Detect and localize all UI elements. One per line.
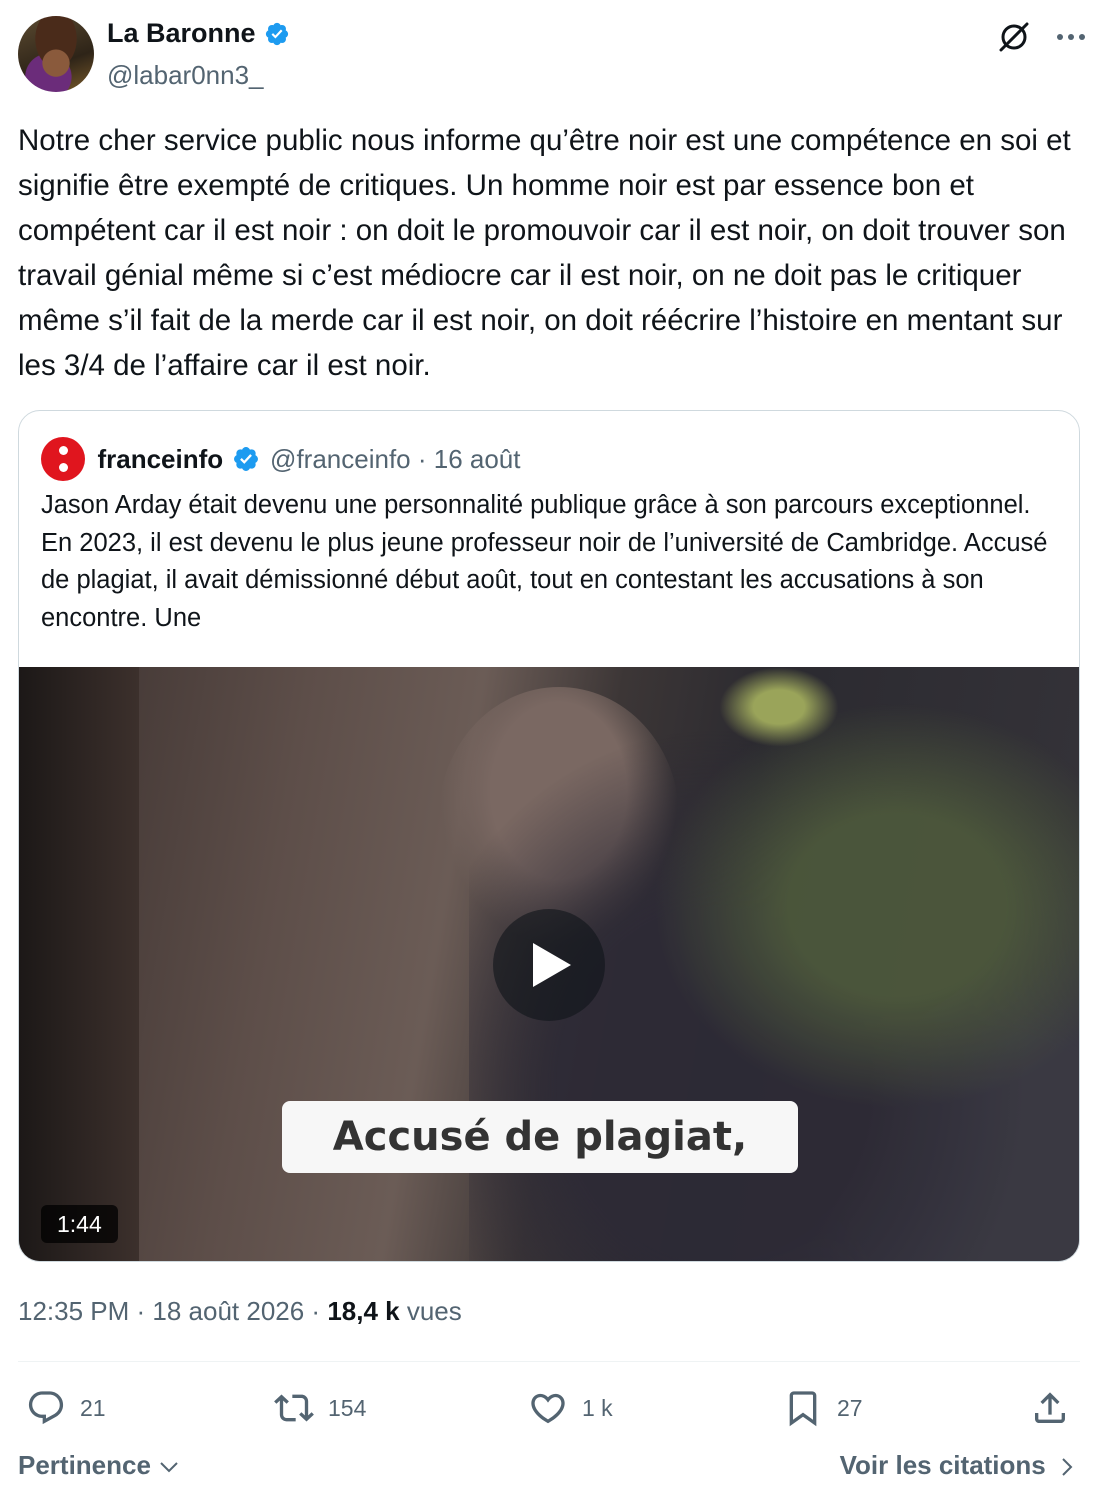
bookmark-button[interactable]: 27 [783,1385,863,1431]
bookmark-count: 27 [837,1394,863,1421]
quoted-tweet[interactable]: franceinfo @franceinfo · 16 août Jason A… [18,410,1080,1262]
chevron-down-icon [160,1462,178,1473]
tweet-header: La Baronne @labar0nn3_ [18,16,1093,96]
quoted-author-name[interactable]: franceinfo [97,444,223,475]
quoted-handle-date[interactable]: @franceinfo · 16 août [270,444,520,475]
verified-badge-icon [265,22,289,45]
play-button[interactable] [493,909,605,1021]
author-name[interactable]: La Baronne [107,18,256,49]
avatar[interactable] [18,16,94,92]
video-caption: Accusé de plagiat, [282,1101,798,1173]
repost-button[interactable]: 154 [274,1385,366,1431]
action-bar: 21 154 1 k 27 [18,1385,1080,1431]
play-icon [533,943,571,987]
divider [18,1361,1080,1362]
heart-icon [531,1393,565,1424]
like-count: 1 k [582,1394,613,1421]
author-handle[interactable]: @labar0nn3_ [107,60,264,91]
tweet-meta: 12:35 PM · 18 août 2026 · 18,4 k vues [18,1296,462,1327]
verified-badge-icon [233,447,258,471]
video-frame-shape [19,667,139,1261]
views-label: vues [399,1296,462,1326]
author-line: La Baronne [107,18,290,49]
sort-dropdown[interactable]: Pertinence [18,1450,180,1481]
sort-label: Pertinence [18,1450,151,1480]
video-player[interactable]: Accusé de plagiat, 1:44 [19,667,1079,1261]
tweet-timestamp[interactable]: 12:35 PM · 18 août 2026 · [18,1296,327,1326]
share-icon [1035,1392,1065,1423]
video-duration: 1:44 [41,1205,118,1243]
grok-icon[interactable] [997,20,1031,54]
more-options-icon[interactable] [1053,22,1089,52]
share-button[interactable] [1030,1385,1084,1431]
reply-icon [28,1391,64,1425]
repost-icon [274,1394,314,1422]
like-button[interactable]: 1 k [528,1385,613,1431]
franceinfo-logo-icon[interactable] [41,437,85,481]
view-count: 18,4 k [327,1296,400,1326]
chevron-right-icon [1062,1458,1073,1476]
view-quotes-label: Voir les citations [839,1450,1046,1480]
reply-button[interactable]: 21 [26,1385,106,1431]
repost-count: 154 [328,1394,367,1421]
tweet-text: Notre cher service public nous informe q… [18,124,1071,382]
reply-count: 21 [80,1394,106,1421]
bookmark-icon [789,1391,817,1427]
video-frame-shape [719,667,839,747]
quoted-tweet-header: franceinfo @franceinfo · 16 août [41,437,520,481]
view-quotes-link[interactable]: Voir les citations [840,1450,1075,1481]
quoted-tweet-text: Jason Arday était devenu une personnalit… [41,491,1048,632]
